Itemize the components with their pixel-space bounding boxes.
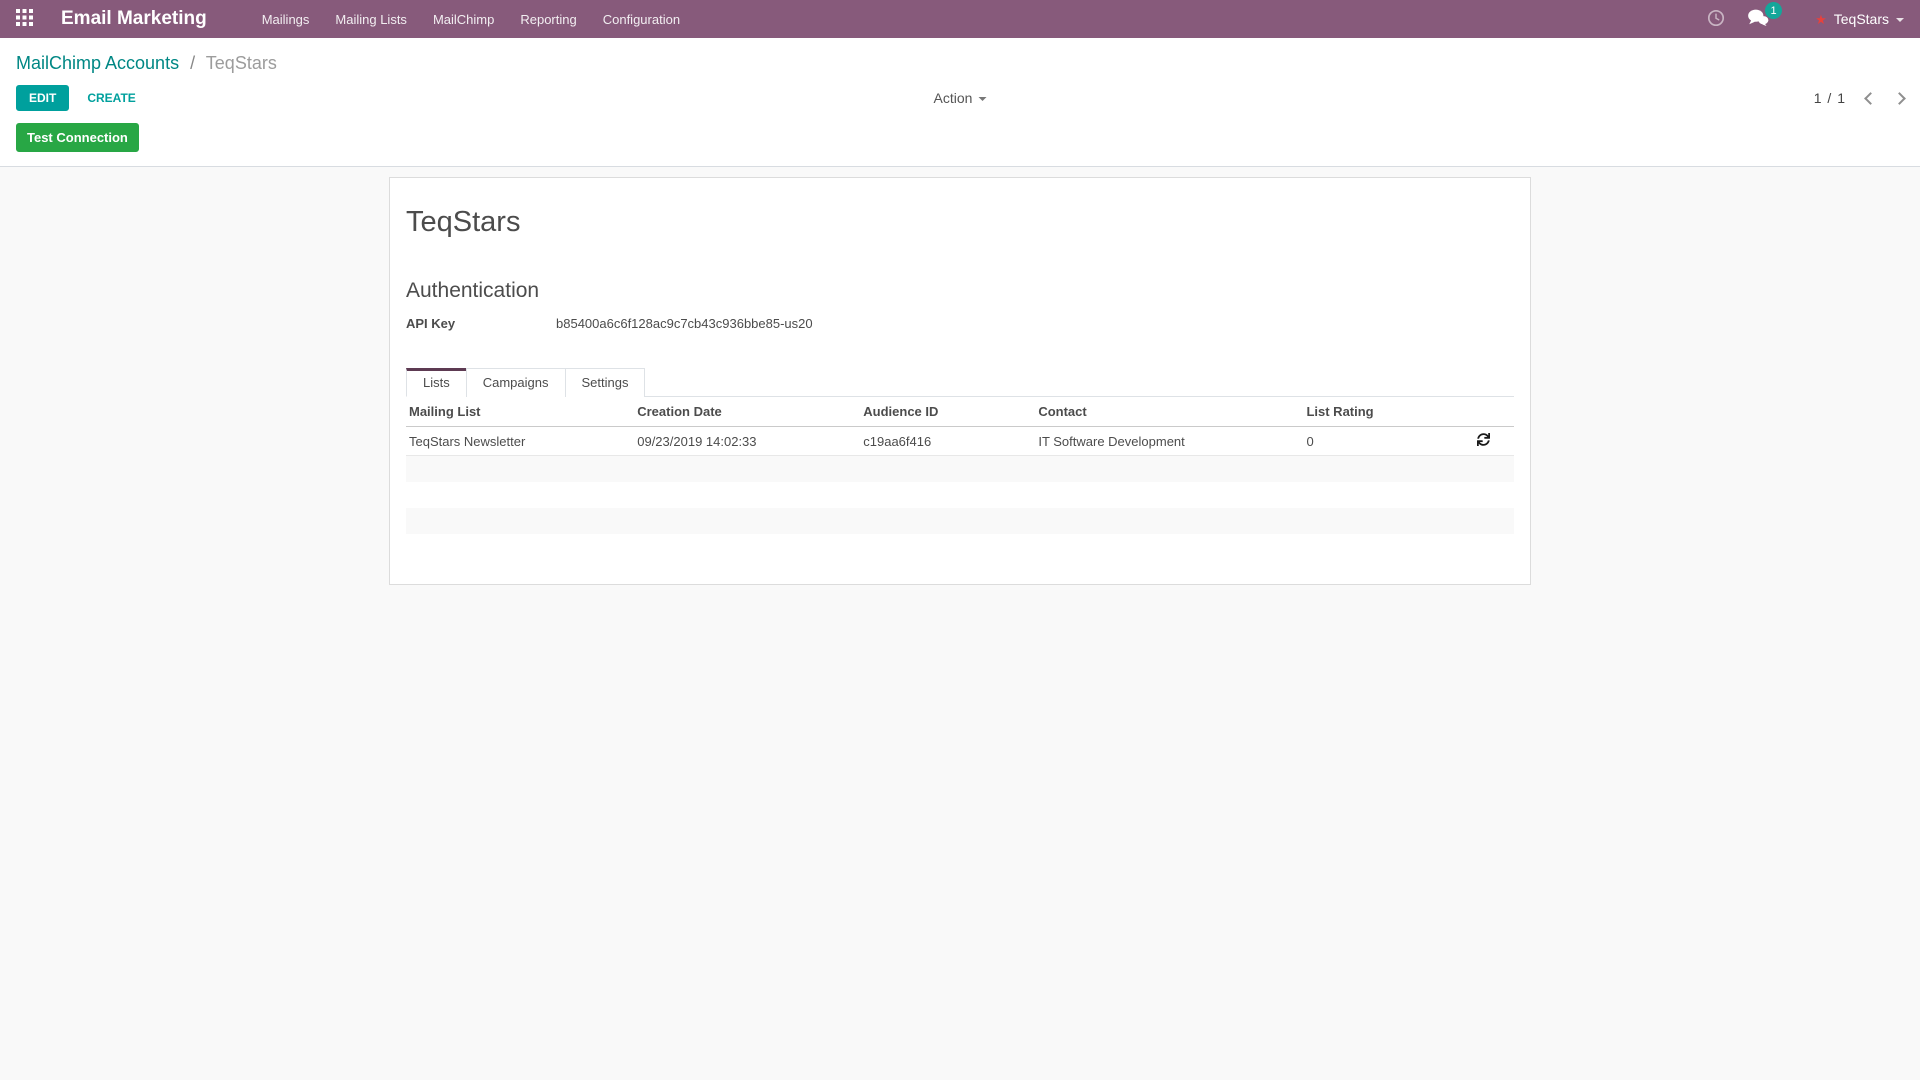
empty-row <box>406 482 1514 508</box>
cell-mailing-list[interactable]: TeqStars Newsletter <box>406 427 634 456</box>
avatar: ★ <box>1815 13 1827 26</box>
action-dropdown[interactable]: Action <box>934 90 987 106</box>
apps-grid-icon <box>16 9 33 29</box>
notebook-tabs: Lists Campaigns Settings <box>406 368 1514 397</box>
section-title-authentication: Authentication <box>406 279 1514 303</box>
user-name: TeqStars <box>1834 11 1889 27</box>
control-panel: MailChimp Accounts / TeqStars EDIT CREAT… <box>0 38 1920 167</box>
column-header-creation-date[interactable]: Creation Date <box>634 397 860 427</box>
activities-button[interactable] <box>1707 9 1725 30</box>
pager-previous-button[interactable] <box>1864 92 1877 105</box>
breadcrumb: MailChimp Accounts / TeqStars <box>0 38 1920 74</box>
column-header-mailing-list[interactable]: Mailing List <box>406 397 634 427</box>
main-menu: Mailings Mailing Lists MailChimp Reporti… <box>249 0 693 38</box>
navbar-systray: 1 ★ TeqStars <box>1707 9 1904 30</box>
menu-item-configuration[interactable]: Configuration <box>590 0 693 38</box>
test-connection-button[interactable]: Test Connection <box>16 123 139 152</box>
empty-row <box>406 534 1514 560</box>
api-key-label: API Key <box>406 316 556 331</box>
empty-row <box>406 508 1514 534</box>
api-key-value: b85400a6c6f128ac9c7cb43c936bbe85-us20 <box>556 316 813 331</box>
empty-row <box>406 456 1514 482</box>
tab-settings[interactable]: Settings <box>565 368 646 397</box>
chevron-down-icon <box>978 97 986 101</box>
column-header-list-rating[interactable]: List Rating <box>1303 397 1474 427</box>
column-header-audience-id[interactable]: Audience ID <box>860 397 1035 427</box>
app-title[interactable]: Email Marketing <box>61 8 207 30</box>
action-dropdown-label: Action <box>934 90 973 106</box>
menu-item-reporting[interactable]: Reporting <box>507 0 589 38</box>
statusbar: Test Connection <box>0 115 1920 167</box>
menu-item-mailings[interactable]: Mailings <box>249 0 323 38</box>
clock-icon <box>1707 9 1725 30</box>
content-area: TeqStars Authentication API Key b85400a6… <box>0 177 1920 1080</box>
breadcrumb-parent-link[interactable]: MailChimp Accounts <box>16 53 179 73</box>
table-header-row: Mailing List Creation Date Audience ID C… <box>406 397 1514 427</box>
edit-button[interactable]: EDIT <box>16 85 69 111</box>
breadcrumb-current: TeqStars <box>206 53 277 73</box>
tab-campaigns[interactable]: Campaigns <box>466 368 566 397</box>
create-button[interactable]: CREATE <box>77 86 145 110</box>
mailing-lists-table: Mailing List Creation Date Audience ID C… <box>406 397 1514 560</box>
top-navbar: Email Marketing Mailings Mailing Lists M… <box>0 0 1920 38</box>
pager-value: 1 / 1 <box>1814 90 1846 106</box>
cell-audience-id[interactable]: c19aa6f416 <box>860 427 1035 456</box>
message-count-badge: 1 <box>1765 2 1782 19</box>
record-title: TeqStars <box>406 206 1514 239</box>
tab-lists[interactable]: Lists <box>406 368 467 397</box>
breadcrumb-separator: / <box>190 53 195 73</box>
cell-list-rating[interactable]: 0 <box>1303 427 1474 456</box>
pager: 1 / 1 <box>1814 90 1904 106</box>
table-row[interactable]: TeqStars Newsletter 09/23/2019 14:02:33 … <box>406 427 1514 456</box>
user-menu[interactable]: ★ TeqStars <box>1815 11 1904 27</box>
form-sheet: TeqStars Authentication API Key b85400a6… <box>389 177 1531 585</box>
column-header-actions <box>1474 397 1514 427</box>
pager-next-button[interactable] <box>1893 92 1906 105</box>
apps-menu-button[interactable] <box>12 5 37 33</box>
chevron-down-icon <box>1896 18 1904 22</box>
refresh-row-button[interactable] <box>1477 433 1490 449</box>
messages-button[interactable]: 1 <box>1747 9 1769 29</box>
api-key-field-row: API Key b85400a6c6f128ac9c7cb43c936bbe85… <box>406 316 1514 331</box>
cell-creation-date[interactable]: 09/23/2019 14:02:33 <box>634 427 860 456</box>
menu-item-mailchimp[interactable]: MailChimp <box>420 0 507 38</box>
menu-item-mailing-lists[interactable]: Mailing Lists <box>322 0 420 38</box>
cell-contact[interactable]: IT Software Development <box>1035 427 1303 456</box>
refresh-icon <box>1477 433 1490 449</box>
column-header-contact[interactable]: Contact <box>1035 397 1303 427</box>
control-panel-buttons: EDIT CREATE Action 1 / 1 <box>0 74 1920 115</box>
